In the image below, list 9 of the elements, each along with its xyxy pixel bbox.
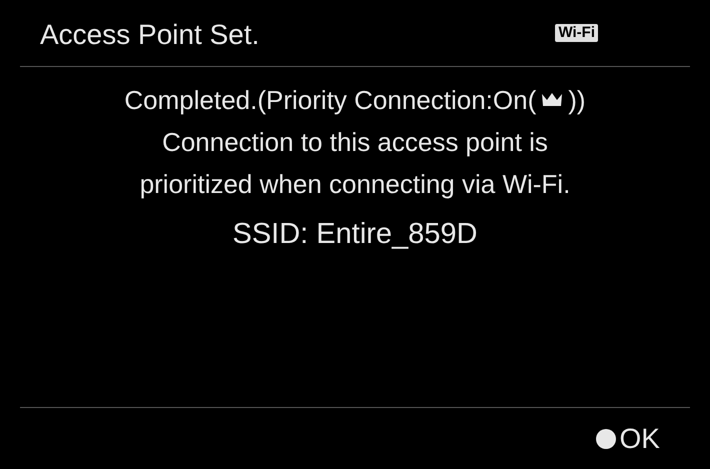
status-text: Completed.(Priority Connection:On( — [124, 84, 536, 117]
ssid-text: SSID: Entire_859D — [232, 217, 478, 252]
wifi-badge: Wi-Fi — [555, 24, 598, 42]
crown-icon — [540, 91, 564, 109]
screen-title: Access Point Set. — [40, 18, 260, 52]
message-line: Connection to this access point is — [162, 126, 548, 159]
message-line: prioritized when connecting via Wi-Fi. — [140, 168, 570, 201]
status-text: )) — [568, 84, 586, 117]
ok-button[interactable]: OK — [596, 418, 660, 460]
